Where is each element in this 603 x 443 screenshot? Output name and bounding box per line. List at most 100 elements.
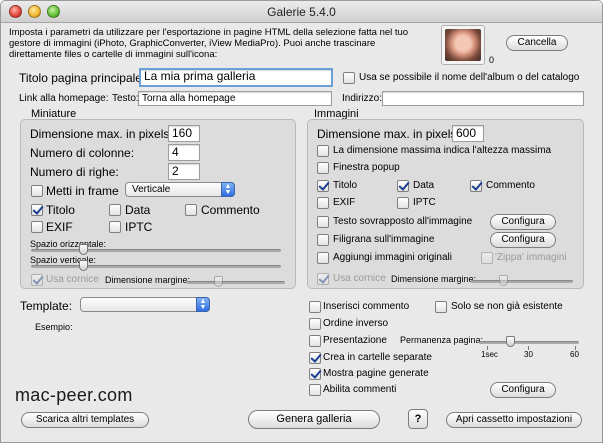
overlay-text-label: Testo sovrapposto all'immagine [333,216,473,227]
presentation-label: Presentazione [323,335,387,346]
galerie-window: Galerie 5.4.0 Imposta i parametri da uti… [0,0,603,443]
use-album-name-label: Usa se possibile il nome dell'album o de… [359,72,580,83]
homepage-label: Link alla homepage: [19,93,109,104]
thumb-margin-slider[interactable] [213,276,223,287]
img-exif-label: EXIF [333,197,356,208]
thumb-comment-label: Commento [201,203,260,217]
watermark-label: Filigrana sull'immagine [333,234,435,245]
presentation-checkbox[interactable] [309,335,321,347]
separate-folders-label: Crea in cartelle separate [323,352,432,363]
watermark-checkbox[interactable] [317,234,329,246]
img-date-label: Data [413,180,435,191]
h-spacing-label: Spazio orizzontale: [30,239,107,249]
thumb-rows-label: Numero di righe: [30,165,119,179]
img-iptc-checkbox[interactable] [397,197,409,209]
show-pages-label: Mostra pagine generate [323,368,429,379]
configure-overlay-button[interactable]: Configura [490,214,556,230]
popup-window-label: Finestra popup [333,162,400,173]
drop-icon-well[interactable] [441,25,485,65]
use-album-name-checkbox[interactable] [343,72,355,84]
frame-orientation-select[interactable]: Verticale ▲ ▼ [125,182,235,197]
page-duration-label: Permanenza pagina: [400,335,484,345]
img-iptc-label: IPTC [413,197,436,208]
enable-comments-checkbox[interactable] [309,384,321,396]
max-height-label: La dimensione massima indica l'altezza m… [333,145,552,156]
img-comment-checkbox[interactable] [470,180,482,192]
thumb-title-label: Titolo [46,203,75,217]
img-title-checkbox[interactable] [317,180,329,192]
chevron-updown-icon: ▲ ▼ [221,182,235,197]
h-spacing-slider[interactable] [79,244,89,255]
duration-tick-label: 30 [524,350,533,359]
img-exif-checkbox[interactable] [317,197,329,209]
duration-tick-label: 1sec [481,350,498,359]
title-page-input[interactable]: La mia prima galleria [139,68,333,87]
frame-checkbox[interactable] [31,185,43,197]
zip-images-checkbox[interactable] [481,252,493,264]
max-height-checkbox[interactable] [317,145,329,157]
generate-gallery-button[interactable]: Genera galleria [248,410,380,429]
thumb-margin-slider-track [187,281,285,284]
page-duration-slider-track [479,341,579,344]
window-title: Galerie 5.4.0 [267,5,336,19]
homepage-text-label: Testo: [112,93,139,104]
add-originals-label: Aggiungi immagini originali [333,252,452,263]
only-if-missing-checkbox[interactable] [435,301,447,313]
thumb-columns-input[interactable]: 4 [168,144,200,161]
img-max-size-label: Dimensione max. in pixels: [317,127,460,141]
img-max-size-input[interactable]: 600 [452,125,484,142]
download-templates-button[interactable]: Scarica altri templates [21,412,149,428]
thumb-exif-checkbox[interactable] [31,221,43,233]
img-margin-label: Dimensione margine: [391,274,477,284]
thumb-max-size-input[interactable]: 160 [168,125,200,142]
configure-comments-button[interactable]: Configura [490,382,556,398]
frame-label: Metti in frame [46,184,119,198]
homepage-address-input[interactable] [382,91,584,106]
reverse-order-label: Ordine inverso [323,318,389,329]
v-spacing-slider-track [31,265,281,268]
site-watermark: mac-peer.com [15,385,133,405]
show-pages-checkbox[interactable] [309,368,321,380]
enable-comments-label: Abilita commenti [323,384,397,395]
help-button[interactable]: ? [408,409,428,429]
intro-text: Imposta i parametri da utilizzare per l'… [9,27,409,60]
img-margin-slider[interactable] [498,275,508,286]
reverse-order-checkbox[interactable] [309,318,321,330]
homepage-text-input[interactable]: Torna alla homepage [138,91,332,106]
photo-thumbnail-icon [445,29,481,61]
img-date-checkbox[interactable] [397,180,409,192]
thumb-comment-checkbox[interactable] [185,204,197,216]
thumb-date-label: Data [125,203,151,217]
img-comment-label: Commento [486,180,535,191]
thumb-date-checkbox[interactable] [109,204,121,216]
chevron-updown-icon: ▲ ▼ [196,297,210,312]
cancel-button[interactable]: Cancella [506,35,568,51]
open-drawer-button[interactable]: Apri cassetto impostazioni [446,412,582,428]
configure-watermark-button[interactable]: Configura [490,232,556,248]
popup-window-checkbox[interactable] [317,162,329,174]
thumb-iptc-label: IPTC [125,220,153,234]
frame-orientation-value: Verticale [132,184,171,195]
separate-folders-checkbox[interactable] [309,352,321,364]
page-duration-slider[interactable] [506,336,516,347]
thumb-use-frame-checkbox[interactable] [31,274,43,286]
insert-comment-label: Inserisci commento [323,301,410,312]
template-label: Template: [20,299,73,313]
zip-images-label: 'Zippa' immagini [495,252,567,263]
thumb-max-size-label: Dimensione max. in pixels: [30,127,173,141]
thumb-rows-input[interactable]: 2 [168,163,200,180]
thumb-use-frame-label: Usa cornice [46,274,99,285]
thumb-title-checkbox[interactable] [31,204,43,216]
v-spacing-slider[interactable] [79,260,89,271]
overlay-text-checkbox[interactable] [317,216,329,228]
img-use-frame-label: Usa cornice [333,273,386,284]
template-select[interactable]: ▲ ▼ [80,297,210,312]
insert-comment-checkbox[interactable] [309,301,321,313]
title-bar: Galerie 5.4.0 [1,1,602,23]
thumb-columns-label: Numero di colonne: [30,146,135,160]
img-use-frame-checkbox[interactable] [317,273,329,285]
add-originals-checkbox[interactable] [317,252,329,264]
thumb-iptc-checkbox[interactable] [109,221,121,233]
only-if-missing-label: Solo se non già esistente [451,301,563,312]
duration-tick-label: 60 [570,350,579,359]
